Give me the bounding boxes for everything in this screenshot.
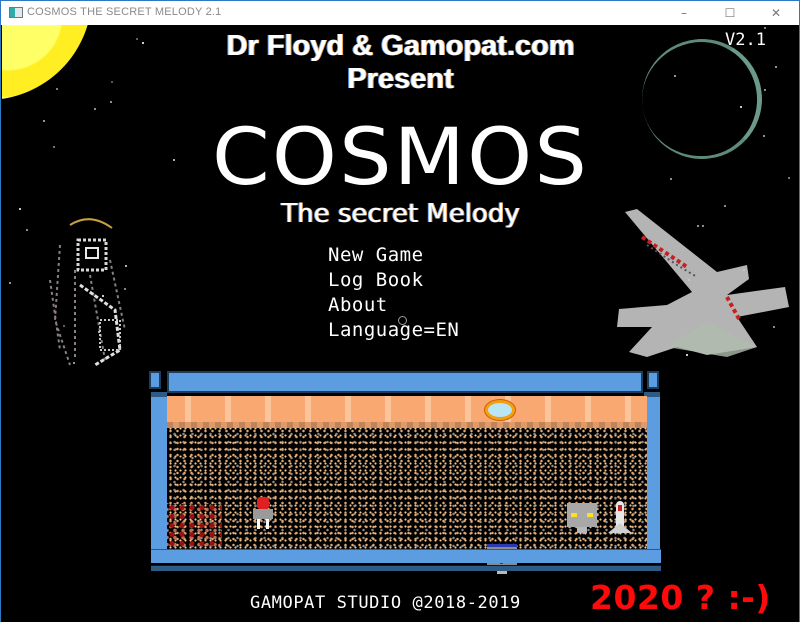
hero-astronaut-sprite — [253, 497, 273, 529]
menu-item-log-book[interactable]: Log Book — [328, 268, 459, 293]
frame-top-bar — [167, 371, 643, 393]
grey-robot-sprite — [567, 503, 597, 533]
version-label: V2.1 — [725, 30, 766, 50]
menu-item-language[interactable]: Language=EN — [328, 318, 459, 343]
game-subtitle: The secret Melody — [281, 199, 520, 229]
preview-lava-rocks — [167, 503, 222, 549]
star — [110, 101, 113, 104]
copyright-text: GAMOPAT STUDIO @2018-2019 — [250, 593, 521, 613]
rocket-sprite — [608, 501, 632, 533]
frame-post-right — [647, 371, 659, 389]
title-bar[interactable]: COSMOS THE SECRET MELODY 2.1 – ☐ ✕ — [1, 0, 799, 25]
frame-post-left — [149, 371, 161, 389]
star — [94, 107, 97, 110]
app-icon — [9, 7, 23, 18]
game-window: COSMOS THE SECRET MELODY 2.1 – ☐ ✕ Dr Fl… — [0, 0, 800, 622]
window-title: COSMOS THE SECRET MELODY 2.1 — [27, 6, 222, 18]
game-logo-title: COSMOS — [212, 113, 589, 203]
game-preview-panel — [147, 368, 665, 574]
minimize-button[interactable]: – — [661, 1, 707, 25]
presenter-credit: Dr Floyd & Gamopat.com — [226, 30, 575, 62]
year-annotation: 2020 ? :-) — [590, 578, 771, 617]
frame-bottom-shadow — [151, 565, 661, 571]
presenter-verb: Present — [347, 63, 454, 95]
maximize-button[interactable]: ☐ — [707, 1, 753, 25]
close-button[interactable]: ✕ — [753, 1, 799, 25]
menu-item-new-game[interactable]: New Game — [328, 243, 459, 268]
menu-item-about[interactable]: About — [328, 293, 459, 318]
mouse-cursor-icon — [398, 316, 407, 325]
title-screen: Dr Floyd & Gamopat.com Present V2.1 COSM… — [2, 25, 799, 622]
main-menu: New Game Log Book About Language=EN — [328, 243, 459, 343]
preview-sun-icon — [485, 400, 515, 420]
star — [25, 229, 28, 232]
star — [8, 282, 11, 285]
frame-bottom-bar — [151, 549, 661, 563]
frame-side-left — [151, 392, 167, 549]
